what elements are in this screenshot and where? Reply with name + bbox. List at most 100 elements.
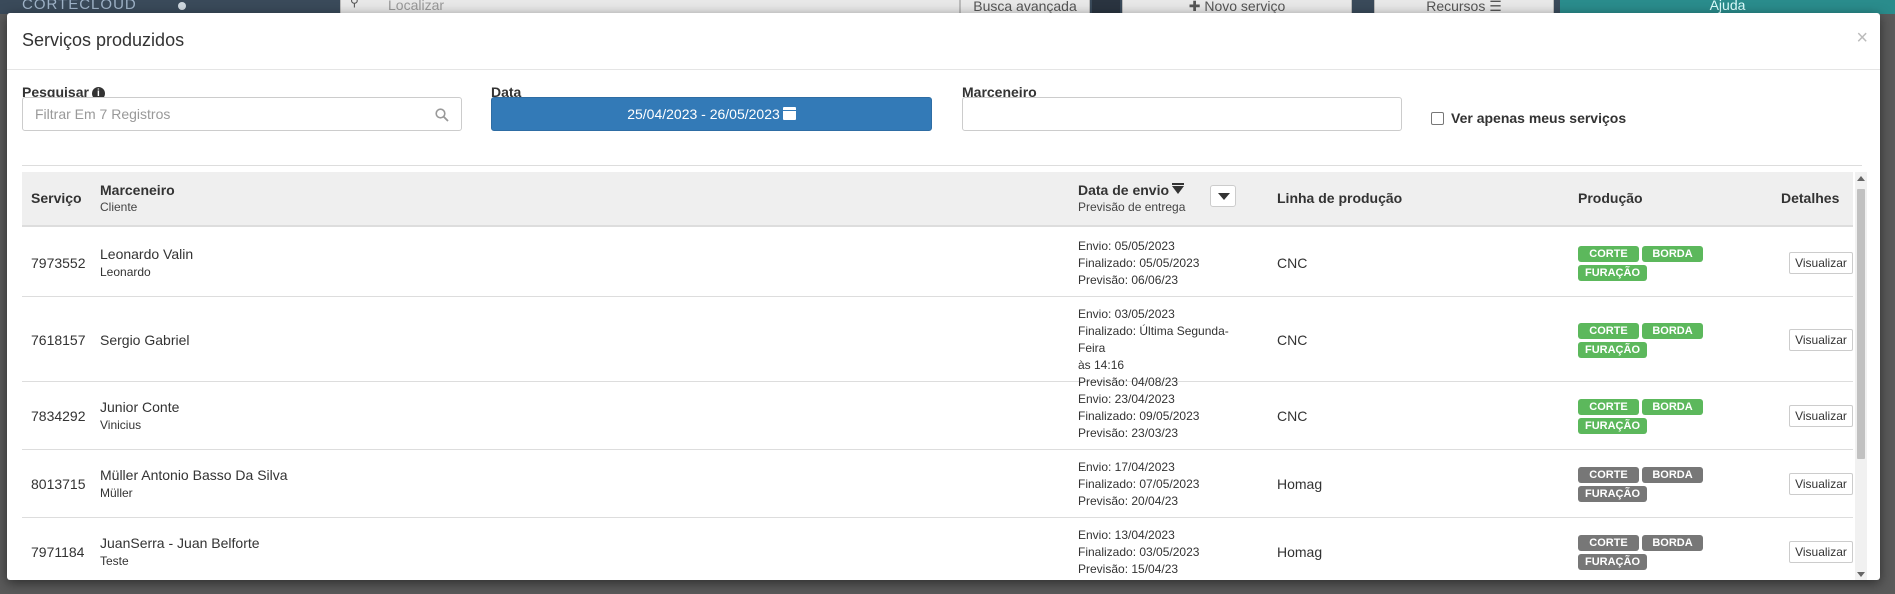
date-line: Previsão: 20/04/23 bbox=[1078, 493, 1179, 508]
status-badge: CORTE bbox=[1578, 246, 1639, 262]
carpenter-name: Leonardo Valin bbox=[100, 246, 194, 262]
modal-header: Serviços produzidos × bbox=[7, 13, 1880, 70]
status-badge: BORDA bbox=[1642, 399, 1703, 415]
production-line: CNC bbox=[1277, 255, 1308, 271]
col-details[interactable]: Detalhes bbox=[1781, 190, 1839, 206]
status-badge: FURAÇÃO bbox=[1578, 486, 1647, 502]
status-badge: BORDA bbox=[1642, 535, 1703, 551]
table-row: 7971184 JuanSerra - Juan Belforte Teste Env… bbox=[22, 518, 1853, 580]
production-badges: CORTE BORDA FURAÇÃO bbox=[1578, 535, 1708, 570]
production-badges: CORTE BORDA FURAÇÃO bbox=[1578, 399, 1708, 434]
modal-title: Serviços produzidos bbox=[22, 30, 185, 50]
date-line: às 14:16 bbox=[1078, 357, 1125, 372]
table-scrollbar[interactable] bbox=[1855, 172, 1867, 580]
carpenter-cell: Müller Antonio Basso Da Silva Müller bbox=[100, 467, 288, 500]
new-service-button[interactable]: ✚ Novo serviço bbox=[1122, 0, 1352, 14]
status-badge: BORDA bbox=[1642, 467, 1703, 483]
user-status-icon bbox=[178, 2, 186, 10]
sort-dropdown-button[interactable] bbox=[1210, 185, 1236, 207]
date-line: Finalizado: 09/05/2023 bbox=[1078, 408, 1200, 423]
view-details-button[interactable]: Visualizar bbox=[1789, 541, 1853, 563]
view-details-button[interactable]: Visualizar bbox=[1789, 405, 1853, 427]
carpenter-select[interactable] bbox=[962, 97, 1402, 131]
service-id: 7834292 bbox=[31, 408, 86, 424]
filters-bar: Pesquisari Data 25/04/2023 - 26/05/2023 … bbox=[7, 70, 1880, 160]
only-mine-label: Ver apenas meus serviços bbox=[1451, 110, 1627, 126]
search-input[interactable] bbox=[22, 97, 462, 131]
status-badge: FURAÇÃO bbox=[1578, 341, 1647, 358]
col-ship-date[interactable]: Data de envio Previsão de entrega bbox=[1078, 182, 1185, 214]
col-delivery-forecast-label: Previsão de entrega bbox=[1078, 200, 1186, 214]
production-badges: CORTE BORDA FURAÇÃO bbox=[1578, 467, 1708, 502]
dates-cell: Envio: 23/04/2023 Finalizado: 09/05/2023 P… bbox=[1078, 391, 1238, 442]
date-line: Finalizado: 05/05/2023 bbox=[1078, 255, 1200, 270]
date-line: Finalizado: Última Segunda-Feira bbox=[1078, 323, 1229, 355]
advanced-search-button[interactable]: Busca avançada bbox=[960, 0, 1090, 14]
app-search-placeholder: Localizar bbox=[388, 0, 445, 13]
service-id: 7973552 bbox=[31, 255, 86, 271]
date-range-text: 25/04/2023 - 26/05/2023 bbox=[627, 106, 780, 122]
close-icon[interactable]: × bbox=[1856, 27, 1868, 50]
service-id: 8013715 bbox=[31, 476, 86, 492]
view-details-button[interactable]: Visualizar bbox=[1789, 328, 1853, 351]
production-line: CNC bbox=[1277, 331, 1308, 348]
status-badge: BORDA bbox=[1642, 322, 1703, 339]
service-id: 7618157 bbox=[31, 331, 86, 348]
client-name: Leonardo bbox=[100, 265, 151, 279]
status-badge: FURAÇÃO bbox=[1578, 554, 1647, 570]
only-mine-checkbox-wrap[interactable]: Ver apenas meus serviços bbox=[1431, 110, 1626, 126]
table-row: 7973552 Leonardo Valin Leonardo Envio: 05/0… bbox=[22, 229, 1853, 297]
production-badges: CORTE BORDA FURAÇÃO bbox=[1578, 322, 1708, 358]
date-line: Previsão: 15/04/23 bbox=[1078, 561, 1179, 576]
date-line: Envio: 13/04/2023 bbox=[1078, 527, 1175, 542]
carpenter-name: Müller Antonio Basso Da Silva bbox=[100, 467, 288, 483]
app-bar-divider bbox=[1092, 0, 1120, 14]
status-badge: CORTE bbox=[1578, 467, 1639, 483]
app-logo: CORTECLOUD bbox=[22, 0, 137, 13]
filter-icon[interactable] bbox=[1172, 183, 1185, 194]
client-name: Vinicius bbox=[100, 418, 142, 432]
col-carpenter-label: Marceneiro bbox=[100, 182, 175, 198]
dates-cell: Envio: 13/04/2023 Finalizado: 03/05/2023 P… bbox=[1078, 527, 1238, 578]
production-badges: CORTE BORDA FURAÇÃO bbox=[1578, 246, 1708, 281]
date-line: Envio: 03/05/2023 bbox=[1078, 306, 1175, 321]
col-carpenter[interactable]: Marceneiro Cliente bbox=[100, 182, 175, 214]
dates-cell: Envio: 05/05/2023 Finalizado: 05/05/2023 P… bbox=[1078, 238, 1238, 289]
client-name: Müller bbox=[100, 486, 133, 500]
view-details-button[interactable]: Visualizar bbox=[1789, 473, 1853, 495]
search-icon: ⚲ bbox=[350, 0, 359, 9]
col-production-line[interactable]: Linha de produção bbox=[1277, 190, 1402, 206]
carpenter-name: JuanSerra - Juan Belforte bbox=[100, 535, 260, 551]
date-line: Envio: 17/04/2023 bbox=[1078, 459, 1175, 474]
resources-button[interactable]: Recursos ☰ bbox=[1374, 0, 1554, 14]
calendar-icon bbox=[782, 107, 796, 120]
status-badge: FURAÇÃO bbox=[1578, 418, 1647, 434]
table-header: Serviço Marceneiro Cliente Data de envio… bbox=[22, 172, 1853, 227]
col-production[interactable]: Produção bbox=[1578, 190, 1643, 206]
carpenter-cell: JuanSerra - Juan Belforte Teste bbox=[100, 535, 260, 568]
scroll-up-icon[interactable] bbox=[1857, 176, 1865, 181]
help-button[interactable]: Ajuda bbox=[1560, 0, 1895, 14]
services-modal: Serviços produzidos × Pesquisari Data 25… bbox=[7, 13, 1880, 580]
carpenter-cell: Sergio Gabriel bbox=[100, 332, 190, 348]
dates-cell: Envio: 17/04/2023 Finalizado: 07/05/2023 P… bbox=[1078, 459, 1238, 510]
date-range-picker[interactable]: 25/04/2023 - 26/05/2023 bbox=[491, 97, 932, 131]
carpenter-cell: Leonardo Valin Leonardo bbox=[100, 246, 193, 279]
scroll-down-icon[interactable] bbox=[1857, 572, 1865, 577]
only-mine-checkbox[interactable] bbox=[1431, 111, 1444, 125]
status-badge: CORTE bbox=[1578, 535, 1639, 551]
carpenter-cell: Junior Conte Vinicius bbox=[100, 399, 179, 432]
service-id: 7971184 bbox=[31, 544, 85, 560]
scroll-thumb[interactable] bbox=[1857, 189, 1865, 459]
table-row: 7618157 Sergio Gabriel Envio: 03/05/2023 Fi… bbox=[22, 297, 1853, 389]
date-line: Finalizado: 03/05/2023 bbox=[1078, 544, 1200, 559]
status-badge: CORTE bbox=[1578, 399, 1639, 415]
col-service[interactable]: Serviço bbox=[31, 190, 82, 206]
production-line: Homag bbox=[1277, 544, 1323, 560]
table-row: 8013715 Müller Antonio Basso Da Silva Müll… bbox=[22, 450, 1853, 518]
date-line: Previsão: 06/06/23 bbox=[1078, 272, 1179, 287]
date-line: Envio: 05/05/2023 bbox=[1078, 238, 1175, 253]
dates-cell: Envio: 03/05/2023 Finalizado: Última Segu… bbox=[1078, 306, 1238, 391]
view-details-button[interactable]: Visualizar bbox=[1789, 252, 1853, 274]
col-ship-date-label: Data de envio bbox=[1078, 182, 1170, 198]
